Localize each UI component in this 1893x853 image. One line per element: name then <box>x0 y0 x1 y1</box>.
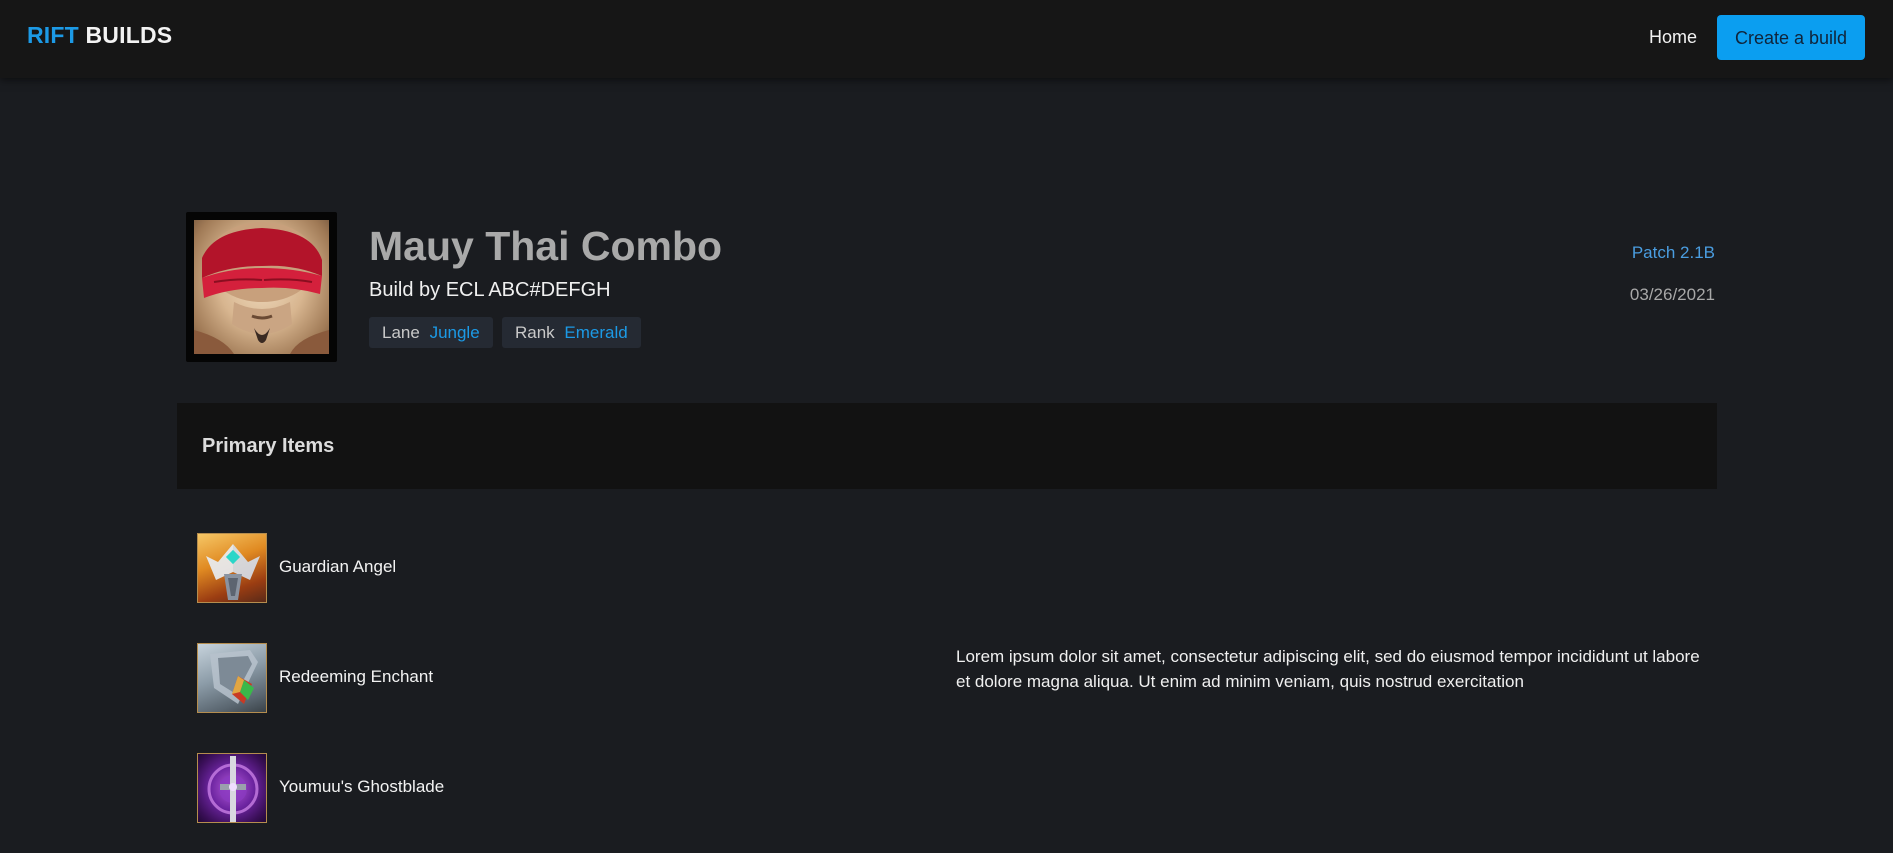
top-navbar: RIFT BUILDS Home Create a build <box>0 0 1893 78</box>
build-author: Build by ECL ABC#DEFGH <box>369 279 611 301</box>
rank-tag-value[interactable]: Emerald <box>564 323 627 342</box>
logo-text-builds: BUILDS <box>85 22 173 48</box>
guardian-angel-icon <box>197 533 267 603</box>
rank-tag-label: Rank <box>515 323 555 342</box>
build-title: Mauy Thai Combo <box>369 223 723 269</box>
youmuus-ghostblade-icon <box>197 753 267 823</box>
item-name: Youmuu's Ghostblade <box>279 777 445 796</box>
item-name: Guardian Angel <box>279 557 397 576</box>
rank-tag: Rank Emerald <box>502 317 641 348</box>
site-logo[interactable]: RIFT BUILDS <box>27 22 172 48</box>
item-name: Redeeming Enchant <box>279 667 434 686</box>
patch-link[interactable]: Patch 2.1B <box>1632 243 1715 263</box>
nav-home-link[interactable]: Home <box>1649 27 1697 47</box>
logo-text-rift: RIFT <box>27 22 79 48</box>
redeeming-enchant-icon <box>197 643 267 713</box>
lane-tag: Lane Jungle <box>369 317 493 348</box>
champion-portrait-frame <box>186 212 337 362</box>
lane-tag-value[interactable]: Jungle <box>430 323 480 342</box>
build-description: Lorem ipsum dolor sit amet, consectetur … <box>956 647 1700 691</box>
primary-items-header: Primary Items <box>177 403 1717 489</box>
create-build-button[interactable]: Create a build <box>1717 15 1865 60</box>
lane-tag-label: Lane <box>382 323 420 342</box>
champion-portrait <box>194 220 329 354</box>
build-date: 03/26/2021 <box>1629 285 1715 304</box>
primary-items-title: Primary Items <box>202 435 335 457</box>
champion-portrait-art <box>194 222 329 354</box>
